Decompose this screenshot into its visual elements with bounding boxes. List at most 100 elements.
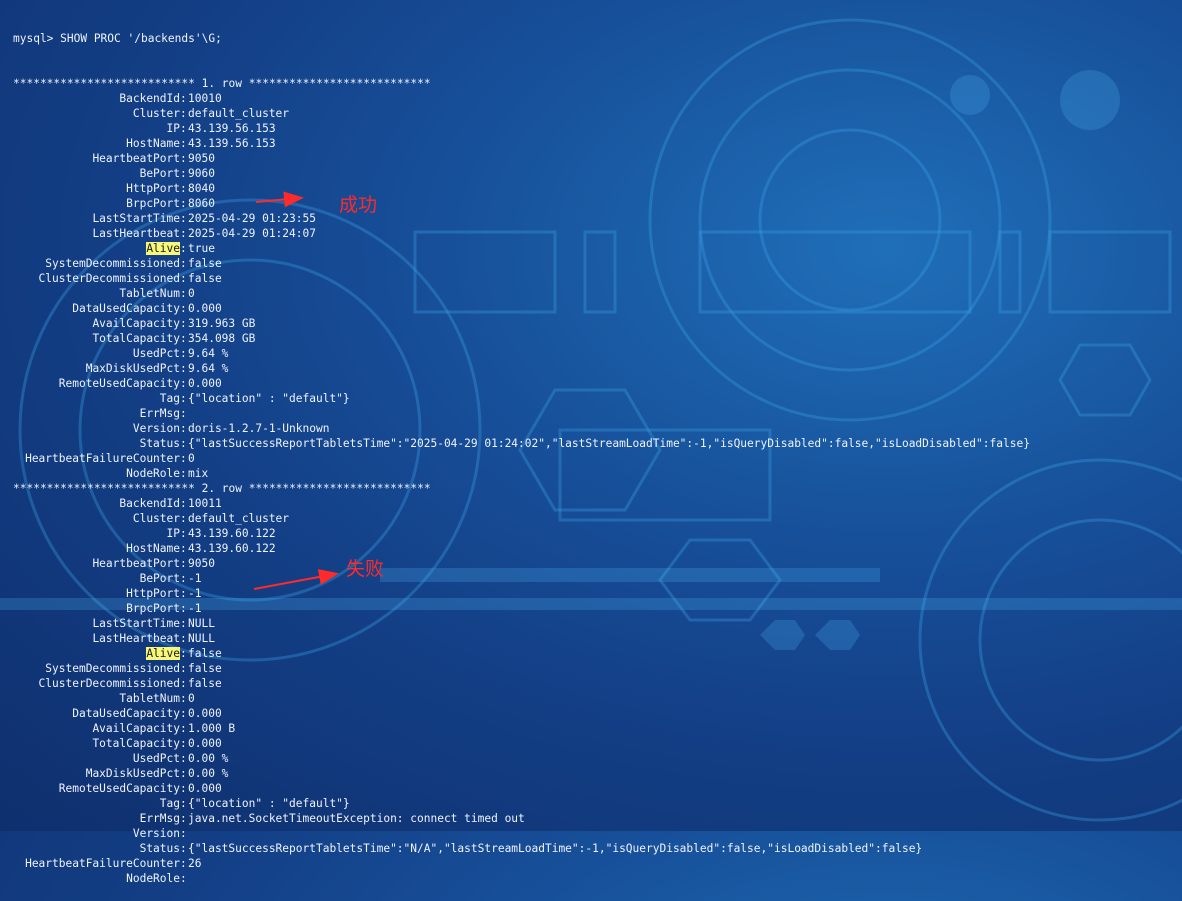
field-value: 10011 [188,497,222,510]
field-key: HeartbeatPort [13,151,180,166]
field-separator: : [180,497,187,510]
field-line: Tag: {"location" : "default"} [13,796,1182,811]
field-key: MaxDiskUsedPct [13,361,180,376]
field-line: NodeRole: mix [13,466,1182,481]
field-separator: : [180,752,187,765]
field-value: default_cluster [188,107,290,120]
field-key: Version [13,826,180,841]
field-key-text: Cluster [132,512,180,525]
field-separator: : [180,317,187,330]
field-key: BackendId [13,91,180,106]
field-key-text: TotalCapacity [92,737,180,750]
field-separator: : [180,302,187,315]
field-value: java.net.SocketTimeoutException: connect… [188,812,525,825]
field-key: ErrMsg [13,811,180,826]
field-value: default_cluster [188,512,290,525]
field-value: -1 [188,602,202,615]
field-key-text: ErrMsg [139,812,180,825]
field-line: Tag: {"location" : "default"} [13,391,1182,406]
field-key: SystemDecommissioned [13,661,180,676]
field-key-text: UsedPct [132,347,180,360]
field-key-text: HeartbeatPort [92,557,180,570]
field-line: LastStartTime:2025-04-29 01:23:55 [13,211,1182,226]
field-line: BePort: -1 [13,571,1182,586]
field-line: HeartbeatFailureCounter:0 [13,451,1182,466]
field-key-text: HeartbeatFailureCounter [25,857,180,870]
field-key: BePort [13,166,180,181]
field-line: HostName:43.139.60.122 [13,541,1182,556]
field-value: 8040 [188,182,215,195]
field-value: false [188,272,222,285]
field-key: UsedPct [13,346,180,361]
field-line: ErrMsg: [13,406,1182,421]
field-key-text: ErrMsg [139,407,180,420]
field-key-text: TabletNum [119,287,180,300]
field-line: IP:43.139.60.122 [13,526,1182,541]
field-key: HostName [13,541,180,556]
field-key: Status [13,436,180,451]
field-key: Tag [13,796,180,811]
field-key: BrpcPort [13,601,180,616]
field-value: {"location" : "default"} [188,392,350,405]
field-key: DataUsedCapacity [13,301,180,316]
field-key-text: BrpcPort [126,197,180,210]
field-value: 0.000 [188,377,222,390]
field-line: TabletNum:0 [13,286,1182,301]
field-separator: : [180,737,187,750]
field-key-text: Alive [146,647,180,660]
field-separator: : [180,272,187,285]
field-separator: : [180,182,187,195]
field-separator: : [180,827,187,840]
field-separator: : [180,647,187,660]
field-key-text: Alive [146,242,180,255]
field-value: 26 [188,857,202,870]
field-value: 2025-04-29 01:24:07 [188,227,316,240]
field-line: HeartbeatPort:9050 [13,556,1182,571]
field-key: HttpPort [13,181,180,196]
field-key-text: Tag [159,392,180,405]
field-separator: : [180,857,187,870]
field-key-text: NodeRole [126,467,180,480]
field-value: 354.098 GB [188,332,256,345]
field-key-text: BackendId [119,92,180,105]
field-value: 0 [188,692,195,705]
field-key: HeartbeatFailureCounter [13,856,180,871]
field-key: LastStartTime [13,616,180,631]
field-line: UsedPct:9.64 % [13,346,1182,361]
field-separator: : [180,122,187,135]
field-line: SystemDecommissioned: false [13,256,1182,271]
field-value: NULL [188,617,215,630]
field-separator: : [180,662,187,675]
field-key-text: ClusterDecommissioned [38,677,180,690]
field-key-text: DataUsedCapacity [72,707,180,720]
field-value: 43.139.60.122 [188,527,276,540]
field-key-text: SystemDecommissioned [45,257,180,270]
field-key-text: LastHeartbeat [92,227,180,240]
field-key-text: BePort [139,572,180,585]
field-value: true [188,242,215,255]
field-key: TabletNum [13,691,180,706]
field-separator: : [180,557,187,570]
field-value: 0 [188,452,195,465]
field-key-text: AvailCapacity [92,722,180,735]
field-separator: : [180,212,187,225]
field-key: Alive [13,241,180,256]
field-key: Tag [13,391,180,406]
field-value: 43.139.60.122 [188,542,276,555]
field-line: TabletNum:0 [13,691,1182,706]
field-line: LastStartTime: NULL [13,616,1182,631]
field-key: HeartbeatPort [13,556,180,571]
field-line: Version: [13,826,1182,841]
field-value: 10010 [188,92,222,105]
field-key-text: TotalCapacity [92,332,180,345]
field-value: {"lastSuccessReportTabletsTime":"N/A","l… [188,842,923,855]
field-value: false [188,662,222,675]
field-separator: : [180,287,187,300]
field-key: AvailCapacity [13,721,180,736]
field-value: 2025-04-29 01:23:55 [188,212,316,225]
field-separator: : [180,242,187,255]
field-key-text: BePort [139,167,180,180]
field-separator: : [180,422,187,435]
row-header: *************************** 1. row *****… [13,77,431,90]
field-value: 0 [188,287,195,300]
